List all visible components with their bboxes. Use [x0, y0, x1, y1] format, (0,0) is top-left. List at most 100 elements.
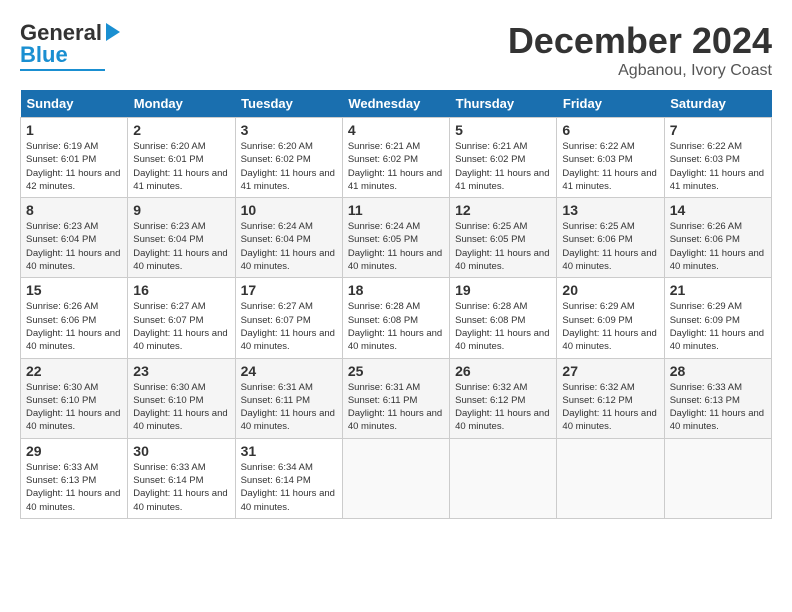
month-title: December 2024: [508, 20, 772, 62]
calendar-day-header-wednesday: Wednesday: [342, 90, 449, 118]
day-number: 28: [670, 363, 766, 379]
calendar-day-cell: 7 Sunrise: 6:22 AM Sunset: 6:03 PM Daylig…: [664, 118, 771, 198]
calendar-day-cell: 14 Sunrise: 6:26 AM Sunset: 6:06 PM Dayli…: [664, 198, 771, 278]
calendar-day-header-monday: Monday: [128, 90, 235, 118]
calendar-day-cell: 4 Sunrise: 6:21 AM Sunset: 6:02 PM Daylig…: [342, 118, 449, 198]
calendar-day-cell: 18 Sunrise: 6:28 AM Sunset: 6:08 PM Dayli…: [342, 278, 449, 358]
day-info: Sunrise: 6:34 AM Sunset: 6:14 PM Dayligh…: [241, 461, 337, 514]
day-number: 14: [670, 202, 766, 218]
calendar-day-cell: 29Sunrise: 6:33 AM Sunset: 6:13 PM Dayli…: [21, 438, 128, 518]
calendar-day-cell: 13 Sunrise: 6:25 AM Sunset: 6:06 PM Dayli…: [557, 198, 664, 278]
day-number: 24: [241, 363, 337, 379]
calendar-day-cell: 15 Sunrise: 6:26 AM Sunset: 6:06 PM Dayli…: [21, 278, 128, 358]
day-number: 13: [562, 202, 658, 218]
calendar-day-cell: 2Sunrise: 6:20 AM Sunset: 6:01 PM Daylig…: [128, 118, 235, 198]
calendar-week-row: 22 Sunrise: 6:30 AM Sunset: 6:10 PM Dayli…: [21, 358, 772, 438]
calendar-day-cell: 20 Sunrise: 6:29 AM Sunset: 6:09 PM Dayli…: [557, 278, 664, 358]
day-info: Sunrise: 6:19 AM Sunset: 6:01 PM Dayligh…: [26, 140, 122, 193]
day-info: Sunrise: 6:21 AM Sunset: 6:02 PM Dayligh…: [348, 140, 444, 193]
calendar-day-header-friday: Friday: [557, 90, 664, 118]
day-info: Sunrise: 6:22 AM Sunset: 6:03 PM Dayligh…: [670, 140, 766, 193]
calendar-day-cell: 28 Sunrise: 6:33 AM Sunset: 6:13 PM Dayli…: [664, 358, 771, 438]
calendar-day-cell: 24 Sunrise: 6:31 AM Sunset: 6:11 PM Dayli…: [235, 358, 342, 438]
day-number: 8: [26, 202, 122, 218]
day-info: Sunrise: 6:31 AM Sunset: 6:11 PM Dayligh…: [241, 381, 337, 434]
calendar-day-cell: [664, 438, 771, 518]
calendar-day-cell: 3 Sunrise: 6:20 AM Sunset: 6:02 PM Daylig…: [235, 118, 342, 198]
calendar-day-cell: 17Sunrise: 6:27 AM Sunset: 6:07 PM Dayli…: [235, 278, 342, 358]
calendar-day-header-saturday: Saturday: [664, 90, 771, 118]
calendar-day-cell: 12 Sunrise: 6:25 AM Sunset: 6:05 PM Dayli…: [450, 198, 557, 278]
day-info: Sunrise: 6:31 AM Sunset: 6:11 PM Dayligh…: [348, 381, 444, 434]
calendar-day-header-thursday: Thursday: [450, 90, 557, 118]
calendar-day-header-tuesday: Tuesday: [235, 90, 342, 118]
logo: General Blue: [20, 20, 105, 71]
day-info: Sunrise: 6:25 AM Sunset: 6:05 PM Dayligh…: [455, 220, 551, 273]
calendar-day-cell: 1 Sunrise: 6:19 AM Sunset: 6:01 PM Daylig…: [21, 118, 128, 198]
day-number: 6: [562, 122, 658, 138]
calendar-day-cell: 27Sunrise: 6:32 AM Sunset: 6:12 PM Dayli…: [557, 358, 664, 438]
day-number: 30: [133, 443, 229, 459]
calendar-day-cell: 26 Sunrise: 6:32 AM Sunset: 6:12 PM Dayli…: [450, 358, 557, 438]
page-header: General Blue December 2024 Agbanou, Ivor…: [20, 20, 772, 80]
calendar-day-cell: 11Sunrise: 6:24 AM Sunset: 6:05 PM Dayli…: [342, 198, 449, 278]
day-info: Sunrise: 6:23 AM Sunset: 6:04 PM Dayligh…: [26, 220, 122, 273]
day-number: 20: [562, 282, 658, 298]
day-number: 15: [26, 282, 122, 298]
day-info: Sunrise: 6:25 AM Sunset: 6:06 PM Dayligh…: [562, 220, 658, 273]
calendar-day-cell: 21 Sunrise: 6:29 AM Sunset: 6:09 PM Dayli…: [664, 278, 771, 358]
day-info: Sunrise: 6:32 AM Sunset: 6:12 PM Dayligh…: [455, 381, 551, 434]
calendar-day-cell: 5 Sunrise: 6:21 AM Sunset: 6:02 PM Daylig…: [450, 118, 557, 198]
day-number: 1: [26, 122, 122, 138]
day-number: 12: [455, 202, 551, 218]
day-number: 26: [455, 363, 551, 379]
day-info: Sunrise: 6:22 AM Sunset: 6:03 PM Dayligh…: [562, 140, 658, 193]
title-section: December 2024 Agbanou, Ivory Coast: [508, 20, 772, 80]
calendar-day-cell: 30Sunrise: 6:33 AM Sunset: 6:14 PM Dayli…: [128, 438, 235, 518]
day-number: 22: [26, 363, 122, 379]
day-info: Sunrise: 6:32 AM Sunset: 6:12 PM Dayligh…: [562, 381, 658, 434]
calendar-header-row: SundayMondayTuesdayWednesdayThursdayFrid…: [21, 90, 772, 118]
calendar-week-row: 1 Sunrise: 6:19 AM Sunset: 6:01 PM Daylig…: [21, 118, 772, 198]
calendar-week-row: 15 Sunrise: 6:26 AM Sunset: 6:06 PM Dayli…: [21, 278, 772, 358]
day-number: 11: [348, 202, 444, 218]
day-info: Sunrise: 6:33 AM Sunset: 6:13 PM Dayligh…: [26, 461, 122, 514]
day-info: Sunrise: 6:26 AM Sunset: 6:06 PM Dayligh…: [670, 220, 766, 273]
day-info: Sunrise: 6:23 AM Sunset: 6:04 PM Dayligh…: [133, 220, 229, 273]
day-number: 21: [670, 282, 766, 298]
day-info: Sunrise: 6:20 AM Sunset: 6:02 PM Dayligh…: [241, 140, 337, 193]
calendar-week-row: 8 Sunrise: 6:23 AM Sunset: 6:04 PM Daylig…: [21, 198, 772, 278]
day-info: Sunrise: 6:27 AM Sunset: 6:07 PM Dayligh…: [241, 300, 337, 353]
day-number: 25: [348, 363, 444, 379]
day-number: 18: [348, 282, 444, 298]
day-number: 16: [133, 282, 229, 298]
day-number: 19: [455, 282, 551, 298]
calendar-day-cell: 8 Sunrise: 6:23 AM Sunset: 6:04 PM Daylig…: [21, 198, 128, 278]
day-number: 9: [133, 202, 229, 218]
day-number: 4: [348, 122, 444, 138]
day-info: Sunrise: 6:27 AM Sunset: 6:07 PM Dayligh…: [133, 300, 229, 353]
calendar-day-cell: 9 Sunrise: 6:23 AM Sunset: 6:04 PM Daylig…: [128, 198, 235, 278]
day-info: Sunrise: 6:33 AM Sunset: 6:13 PM Dayligh…: [670, 381, 766, 434]
calendar-day-cell: [450, 438, 557, 518]
day-number: 5: [455, 122, 551, 138]
day-info: Sunrise: 6:29 AM Sunset: 6:09 PM Dayligh…: [670, 300, 766, 353]
day-info: Sunrise: 6:21 AM Sunset: 6:02 PM Dayligh…: [455, 140, 551, 193]
logo-general: General: [20, 20, 102, 45]
day-number: 3: [241, 122, 337, 138]
logo-arrow-icon: [106, 23, 120, 41]
calendar-day-cell: 23Sunrise: 6:30 AM Sunset: 6:10 PM Dayli…: [128, 358, 235, 438]
logo-underline: [20, 69, 105, 71]
calendar-day-cell: 31Sunrise: 6:34 AM Sunset: 6:14 PM Dayli…: [235, 438, 342, 518]
day-info: Sunrise: 6:28 AM Sunset: 6:08 PM Dayligh…: [348, 300, 444, 353]
calendar-week-row: 29Sunrise: 6:33 AM Sunset: 6:13 PM Dayli…: [21, 438, 772, 518]
day-info: Sunrise: 6:26 AM Sunset: 6:06 PM Dayligh…: [26, 300, 122, 353]
day-number: 10: [241, 202, 337, 218]
day-info: Sunrise: 6:24 AM Sunset: 6:04 PM Dayligh…: [241, 220, 337, 273]
day-info: Sunrise: 6:20 AM Sunset: 6:01 PM Dayligh…: [133, 140, 229, 193]
day-info: Sunrise: 6:29 AM Sunset: 6:09 PM Dayligh…: [562, 300, 658, 353]
location: Agbanou, Ivory Coast: [508, 62, 772, 80]
day-info: Sunrise: 6:30 AM Sunset: 6:10 PM Dayligh…: [133, 381, 229, 434]
day-number: 7: [670, 122, 766, 138]
calendar-day-cell: 10 Sunrise: 6:24 AM Sunset: 6:04 PM Dayli…: [235, 198, 342, 278]
